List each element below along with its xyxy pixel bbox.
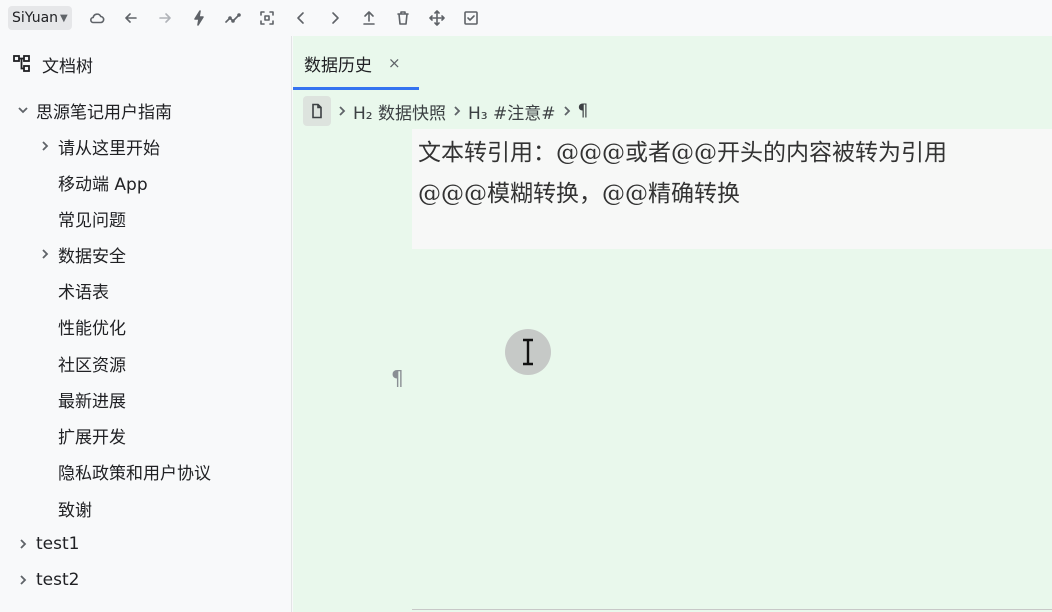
back-icon[interactable] bbox=[118, 5, 144, 31]
checkbox-icon[interactable] bbox=[458, 5, 484, 31]
tree-item-label: 术语表 bbox=[58, 282, 109, 303]
tab-bar: 数据历史 × bbox=[293, 36, 1052, 90]
trash-icon[interactable] bbox=[390, 5, 416, 31]
forward-icon[interactable] bbox=[152, 5, 178, 31]
chevron-right-icon[interactable] bbox=[38, 141, 52, 151]
tree-item-label: 移动端 App bbox=[58, 174, 148, 195]
move-icon[interactable] bbox=[424, 5, 450, 31]
notebook-label: 思源笔记用户指南 bbox=[36, 102, 172, 123]
notebook-label: test1 bbox=[36, 534, 80, 554]
chevron-right-icon bbox=[452, 101, 462, 121]
content-block[interactable]: 文本转引用：@@@或者@@开头的内容被转为引用 @@@模糊转换，@@精确转换 bbox=[412, 129, 1052, 249]
tab-label: 数据历史 bbox=[304, 55, 372, 76]
text-cursor-icon bbox=[505, 329, 551, 375]
tree-item-label: 请从这里开始 bbox=[58, 138, 160, 159]
cloud-icon[interactable] bbox=[84, 5, 110, 31]
sidebar-header: 文档树 bbox=[0, 36, 291, 92]
content-line-2[interactable]: @@@模糊转换，@@精确转换 bbox=[418, 174, 740, 208]
tree-item-label: 扩展开发 bbox=[58, 427, 126, 448]
next-icon[interactable] bbox=[322, 5, 348, 31]
document-icon[interactable] bbox=[303, 96, 331, 126]
tree-item-label: 隐私政策和用户协议 bbox=[58, 463, 211, 484]
chevron-right-icon bbox=[337, 101, 347, 121]
tree-item-start-here[interactable]: 请从这里开始 bbox=[38, 132, 160, 160]
divider bbox=[412, 609, 1052, 610]
sidebar-title: 文档树 bbox=[42, 56, 93, 77]
tree-item-data-security[interactable]: 数据安全 bbox=[38, 240, 126, 268]
notebook-item-test1[interactable]: test1 bbox=[16, 530, 79, 558]
content-line-1[interactable]: 文本转引用：@@@或者@@开头的内容被转为引用 bbox=[418, 133, 947, 167]
notebook-label: test2 bbox=[36, 570, 80, 590]
graph-icon[interactable] bbox=[220, 5, 246, 31]
tree-item-extension[interactable]: 扩展开发 bbox=[58, 421, 126, 449]
tree-item-privacy[interactable]: 隐私政策和用户协议 bbox=[58, 457, 211, 485]
breadcrumb-paragraph[interactable]: ¶ bbox=[578, 101, 589, 121]
tree-item-label: 常见问题 bbox=[58, 210, 126, 231]
doc-tree-sidebar: 文档树 思源笔记用户指南 请从这里开始 移动端 App 常见问题 数据安全 术语… bbox=[0, 36, 292, 612]
tree-item-label: 致谢 bbox=[58, 500, 92, 521]
focus-icon[interactable] bbox=[254, 5, 280, 31]
tree-item-community[interactable]: 社区资源 bbox=[58, 349, 126, 377]
workspace-label: SiYuan bbox=[12, 10, 59, 26]
tree-item-label: 数据安全 bbox=[58, 246, 126, 267]
breadcrumb-h3[interactable]: H₃ #注意# bbox=[468, 99, 556, 124]
editor-panel: 数据历史 × H₂ 数据快照 H₃ #注意# ¶ 文本转引用：@@@或者@@开头… bbox=[293, 36, 1052, 612]
tree-item-performance[interactable]: 性能优化 bbox=[58, 312, 126, 340]
doc-tree-icon bbox=[13, 55, 30, 72]
tree-item-glossary[interactable]: 术语表 bbox=[58, 276, 109, 304]
tree-item-faq[interactable]: 常见问题 bbox=[58, 204, 126, 232]
lightning-icon[interactable] bbox=[186, 5, 212, 31]
chevron-right-icon[interactable] bbox=[16, 539, 30, 549]
upload-icon[interactable] bbox=[356, 5, 382, 31]
tab-data-history[interactable]: 数据历史 × bbox=[293, 36, 419, 90]
workspace-button[interactable]: SiYuan ▼ bbox=[8, 6, 72, 30]
tree-item-label: 社区资源 bbox=[58, 355, 126, 376]
close-icon[interactable]: × bbox=[388, 54, 401, 72]
tree-item-latest[interactable]: 最新进展 bbox=[58, 385, 126, 413]
tree-item-label: 性能优化 bbox=[58, 318, 126, 339]
tree-item-thanks[interactable]: 致谢 bbox=[58, 494, 92, 522]
prev-icon[interactable] bbox=[288, 5, 314, 31]
breadcrumb-h2[interactable]: H₂ 数据快照 bbox=[353, 99, 446, 124]
chevron-down-icon[interactable] bbox=[16, 105, 30, 115]
top-toolbar: SiYuan ▼ bbox=[0, 0, 1052, 36]
notebook-item[interactable]: 思源笔记用户指南 bbox=[16, 96, 172, 124]
chevron-right-icon[interactable] bbox=[38, 249, 52, 259]
active-tab-indicator bbox=[293, 87, 419, 90]
breadcrumb: H₂ 数据快照 H₃ #注意# ¶ bbox=[303, 96, 588, 126]
chevron-right-icon bbox=[562, 101, 572, 121]
chevron-down-icon: ▼ bbox=[60, 12, 68, 24]
chevron-right-icon[interactable] bbox=[16, 575, 30, 585]
tree-item-label: 最新进展 bbox=[58, 391, 126, 412]
tree-item-mobile-app[interactable]: 移动端 App bbox=[58, 168, 148, 196]
notebook-item-test2[interactable]: test2 bbox=[16, 566, 79, 594]
paragraph-marker[interactable]: ¶ bbox=[391, 366, 404, 390]
